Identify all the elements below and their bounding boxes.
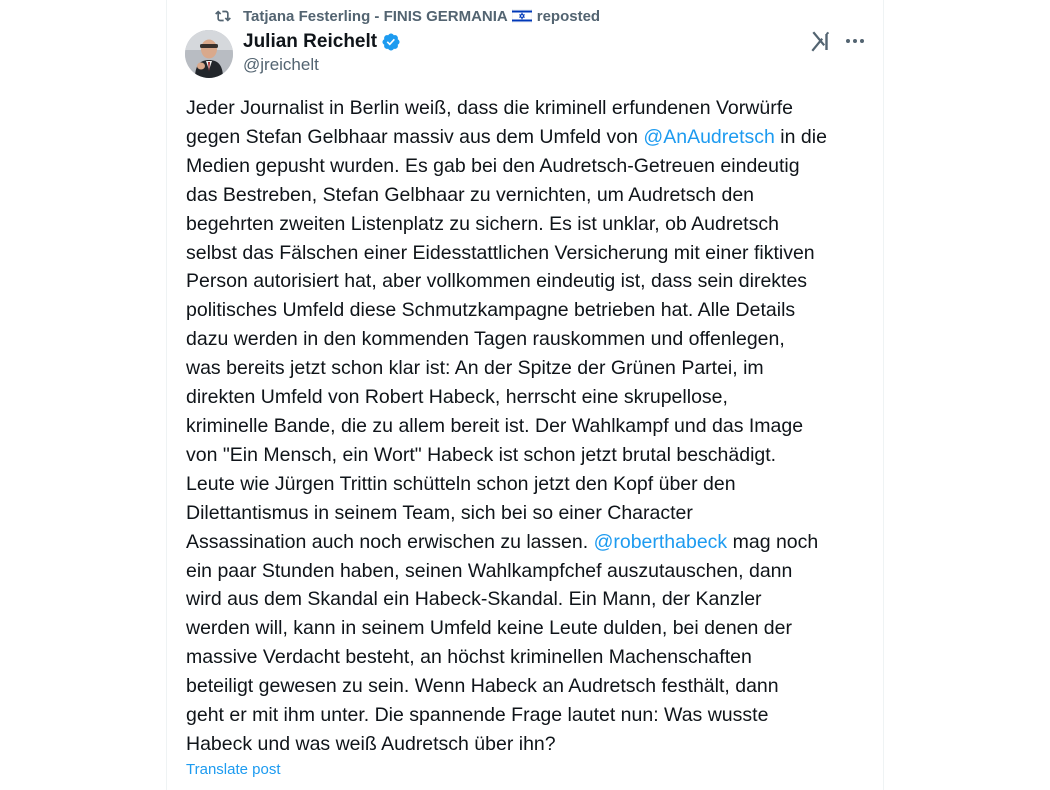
post-text-segment: geht er mit ihm unter. Die spannende Fra…	[186, 704, 769, 727]
post-text-segment: beteiligt gewesen zu sein. Wenn Habeck a…	[186, 675, 779, 698]
post-text-line: ein paar Stunden haben, seinen Wahlkampf…	[186, 557, 876, 586]
translate-post-link[interactable]: Translate post	[186, 761, 281, 778]
repost-user-name[interactable]: Tatjana Festerling - FINIS GERMANIA	[243, 8, 508, 25]
more-options-icon[interactable]	[844, 30, 866, 52]
post-text-line: dazu werden in den kommenden Tagen rausk…	[186, 325, 876, 354]
post-text-line: gegen Stefan Gelbhaar massiv aus dem Umf…	[186, 123, 876, 152]
post-text-line: politisches Umfeld diese Schmutzkampagne…	[186, 296, 876, 325]
post-text-line: kriminelle Bande, die zu allem bereit is…	[186, 412, 876, 441]
author-block: Julian Reichelt @jreichelt	[243, 30, 401, 75]
post-text-segment: in die	[774, 125, 827, 148]
author-name-row: Julian Reichelt	[243, 30, 401, 54]
mention-link[interactable]: @roberthabeck	[594, 531, 728, 553]
repost-icon	[215, 10, 231, 22]
repost-indicator[interactable]: Tatjana Festerling - FINIS GERMANIA repo…	[215, 5, 600, 27]
post-text-line: Habeck und was weiß Audretsch über ihn?	[186, 730, 876, 759]
post-text-line: was bereits jetzt schon klar ist: An der…	[186, 354, 876, 383]
post-text-segment: Dilettantismus in seinem Team, sich bei …	[186, 501, 693, 524]
post-text-line: direkten Umfeld von Robert Habeck, herrs…	[186, 383, 876, 412]
post-text-segment: von "Ein Mensch, ein Wort" Habeck ist sc…	[186, 443, 777, 466]
post-text-segment: massive Verdacht besteht, an höchst krim…	[186, 646, 752, 669]
post-text-line: Assassination auch noch erwischen zu las…	[186, 528, 876, 557]
post-text-segment: begehrten zweiten Listenplatz zu sichern…	[186, 212, 779, 235]
post-text-segment: Leute wie Jürgen Trittin schütteln schon…	[186, 472, 736, 495]
post-text-line: wird aus dem Skandal ein Habeck-Skandal.…	[186, 585, 876, 614]
post-text-segment: kriminelle Bande, die zu allem bereit is…	[186, 414, 804, 437]
grok-icon[interactable]	[810, 30, 832, 52]
post-text-segment: Medien gepusht wurden. Es gab bei den Au…	[186, 154, 800, 177]
post-text-segment: Assassination auch noch erwischen zu las…	[186, 530, 594, 553]
post-text-line: begehrten zweiten Listenplatz zu sichern…	[186, 210, 876, 239]
post-text-line: Person autorisiert hat, aber vollkommen …	[186, 267, 876, 296]
post-text: Jeder Journalist in Berlin weiß, dass di…	[186, 94, 876, 759]
post-text-line: Medien gepusht wurden. Es gab bei den Au…	[186, 152, 876, 181]
post-text-line: von "Ein Mensch, ein Wort" Habeck ist sc…	[186, 441, 876, 470]
post-text-segment: ein paar Stunden haben, seinen Wahlkampf…	[186, 559, 793, 582]
mention-link[interactable]: @AnAudretsch	[643, 126, 774, 148]
repost-label: reposted	[536, 7, 601, 25]
post-text-line: geht er mit ihm unter. Die spannende Fra…	[186, 701, 876, 730]
post-text-segment: Person autorisiert hat, aber vollkommen …	[186, 270, 808, 293]
author-handle[interactable]: @jreichelt	[243, 55, 401, 75]
post-text-segment: was bereits jetzt schon klar ist: An der…	[186, 357, 764, 380]
verified-badge-icon	[382, 33, 400, 51]
israel-flag-icon	[511, 9, 532, 23]
avatar-image	[185, 30, 233, 78]
post-text-segment: werden will, kann in seinem Umfeld keine…	[186, 617, 792, 640]
post-text-line: selbst das Fälschen einer Eidesstattlich…	[186, 239, 876, 268]
post-column: Tatjana Festerling - FINIS GERMANIA repo…	[166, 0, 884, 790]
post-text-segment: selbst das Fälschen einer Eidesstattlich…	[186, 241, 815, 264]
avatar[interactable]	[185, 30, 233, 78]
post-text-segment: Habeck und was weiß Audretsch über ihn?	[186, 732, 556, 755]
post-text-segment: das Bestreben, Stefan Gelbhaar zu vernic…	[186, 183, 755, 206]
post-text-line: beteiligt gewesen zu sein. Wenn Habeck a…	[186, 672, 876, 701]
post-text-line: das Bestreben, Stefan Gelbhaar zu vernic…	[186, 181, 876, 210]
post-text-line: Jeder Journalist in Berlin weiß, dass di…	[186, 94, 876, 123]
page: Tatjana Festerling - FINIS GERMANIA repo…	[0, 0, 1050, 790]
post-text-line: massive Verdacht besteht, an höchst krim…	[186, 643, 876, 672]
author-display-name[interactable]: Julian Reichelt	[243, 31, 377, 53]
post-text-segment: dazu werden in den kommenden Tagen rausk…	[186, 328, 785, 351]
post-text-line: werden will, kann in seinem Umfeld keine…	[186, 614, 876, 643]
post-text-segment: politisches Umfeld diese Schmutzkampagne…	[186, 299, 796, 322]
post-text-line: Dilettantismus in seinem Team, sich bei …	[186, 499, 876, 528]
post-text-segment: gegen Stefan Gelbhaar massiv aus dem Umf…	[186, 125, 644, 148]
post-text-segment: direkten Umfeld von Robert Habeck, herrs…	[186, 386, 728, 409]
post-text-segment: Jeder Journalist in Berlin weiß, dass di…	[186, 97, 793, 119]
post-text-segment: wird aus dem Skandal ein Habeck-Skandal.…	[186, 588, 762, 611]
post-text-segment: mag noch	[727, 530, 819, 553]
post-text-line: Leute wie Jürgen Trittin schütteln schon…	[186, 470, 876, 499]
